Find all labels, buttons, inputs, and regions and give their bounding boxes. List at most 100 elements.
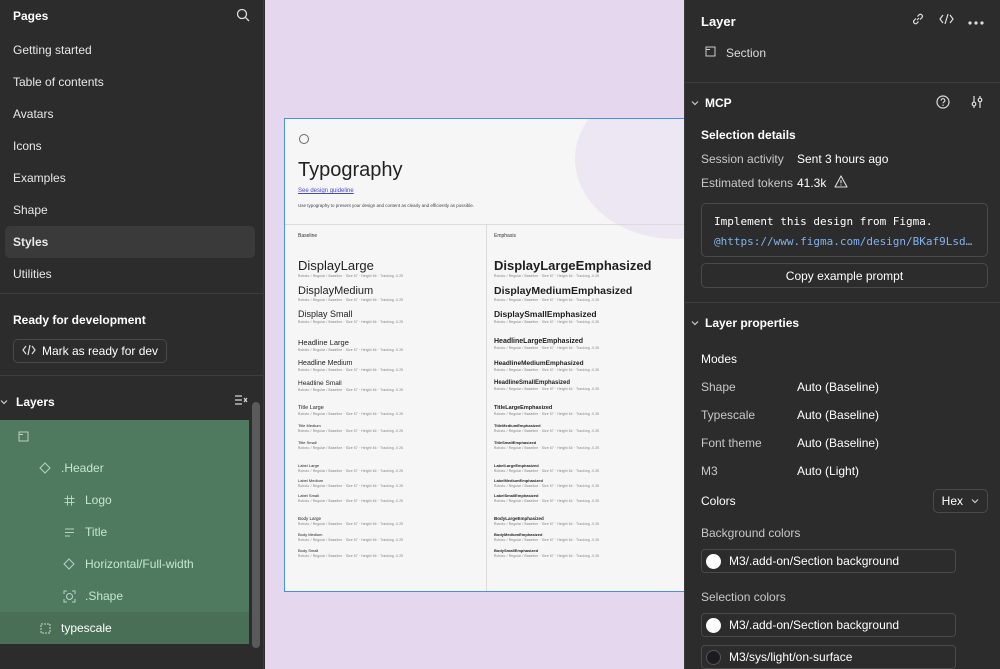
divider bbox=[486, 225, 487, 591]
type-sample: TitleSmallEmphasized Roboto / Regular / B… bbox=[494, 440, 600, 450]
session-activity-row: Session activity Sent 3 hours ago bbox=[685, 147, 1000, 171]
type-sample: BodySmallEmphasized Roboto / Regular / Ba… bbox=[494, 548, 600, 558]
layer-row[interactable]: Logo bbox=[0, 484, 249, 516]
layer-row[interactable]: .Header bbox=[0, 452, 249, 484]
color-name: M3/sys/light/on-surface bbox=[729, 650, 853, 664]
panel-header: Layer bbox=[685, 0, 1000, 42]
layer-row[interactable]: Horizontal/Full-width bbox=[0, 548, 249, 580]
settings-sliders-icon[interactable] bbox=[970, 95, 984, 112]
type-sample: Headline Small Roboto / Regular / Baselin… bbox=[298, 380, 404, 392]
section-icon bbox=[705, 46, 716, 60]
text-icon bbox=[61, 524, 77, 540]
modes-label: Modes bbox=[701, 352, 738, 366]
type-sample: Body Large Roboto / Regular / Baseline · … bbox=[298, 516, 404, 526]
properties-panel: Layer Section MCP Selection details Sess… bbox=[684, 0, 1000, 669]
type-sample: Title Medium Roboto / Regular / Baseline … bbox=[298, 423, 404, 433]
type-sample: DisplayMedium Roboto / Regular / Baseline… bbox=[298, 285, 404, 302]
type-sample: Display Small Roboto / Regular / Baseline… bbox=[298, 309, 404, 324]
type-sample: Headline Large Roboto / Regular / Baselin… bbox=[298, 338, 404, 352]
type-sample: Title Large Roboto / Regular / Baseline ·… bbox=[298, 405, 404, 416]
type-sample: Label Medium Roboto / Regular / Baseline … bbox=[298, 478, 404, 488]
layer-type-row: Section bbox=[685, 42, 1000, 64]
mode-label: Typescale bbox=[701, 408, 756, 422]
type-sample: DisplayMediumEmphasized Roboto / Regular … bbox=[494, 285, 633, 302]
layers-title: Layers bbox=[16, 395, 55, 409]
type-sample: Label Small Roboto / Regular / Baseline ·… bbox=[298, 493, 404, 503]
page-item-styles[interactable]: Styles bbox=[5, 226, 255, 258]
code-icon bbox=[22, 344, 36, 359]
mode-row[interactable]: Typescale Auto (Baseline) bbox=[685, 401, 1000, 429]
prompt-line-1: Implement this design from Figma. bbox=[714, 215, 933, 228]
prompt-line-2: @https://www.figma.com/design/BKaf9Lsd… bbox=[714, 235, 973, 248]
frame-title: Typography bbox=[298, 159, 403, 181]
background-colors-label: Background colors bbox=[701, 526, 801, 540]
mode-row[interactable]: Font theme Auto (Baseline) bbox=[685, 429, 1000, 457]
divider bbox=[285, 224, 684, 225]
typography-frame[interactable]: Typography See design guideline Use typo… bbox=[284, 118, 684, 592]
color-swatch[interactable]: M3/sys/light/on-surface bbox=[701, 645, 956, 669]
mark-ready-label: Mark as ready for dev bbox=[42, 344, 159, 358]
design-canvas[interactable]: Typography See design guideline Use typo… bbox=[265, 0, 684, 669]
color-name: M3/.add-on/Section background bbox=[729, 618, 900, 632]
page-item-getting-started[interactable]: Getting started bbox=[0, 34, 255, 66]
session-activity-value: Sent 3 hours ago bbox=[797, 152, 889, 166]
pages-title: Pages bbox=[13, 9, 49, 23]
mode-value: Auto (Baseline) bbox=[797, 436, 880, 450]
layer-row[interactable] bbox=[0, 420, 249, 452]
mcp-title: MCP bbox=[705, 96, 732, 110]
example-prompt-code[interactable]: Implement this design from Figma. @https… bbox=[701, 203, 988, 257]
modes-row: Modes bbox=[685, 345, 1000, 373]
type-sample: HeadlineLargeEmphasized Roboto / Regular … bbox=[494, 338, 600, 350]
page-item-icons[interactable]: Icons bbox=[0, 130, 255, 162]
type-sample: LabelMediumEmphasized Roboto / Regular / … bbox=[494, 478, 600, 488]
design-guideline-link[interactable]: See design guideline bbox=[298, 188, 354, 194]
chevron-down-icon bbox=[691, 96, 699, 110]
page-item-shape[interactable]: Shape bbox=[0, 194, 255, 226]
type-sample: HeadlineMediumEmphasized Roboto / Regular… bbox=[494, 360, 600, 372]
layer-label: .Header bbox=[61, 461, 104, 475]
code-icon[interactable] bbox=[939, 12, 954, 30]
component-icon bbox=[61, 588, 77, 604]
collapse-layers-icon[interactable] bbox=[234, 393, 248, 411]
mode-row[interactable]: Shape Auto (Baseline) bbox=[685, 373, 1000, 401]
chevron-down-icon bbox=[971, 494, 979, 508]
copy-prompt-button[interactable]: Copy example prompt bbox=[701, 263, 988, 288]
search-icon[interactable] bbox=[236, 8, 250, 27]
layer-row[interactable]: typescale bbox=[0, 612, 249, 644]
color-format-select[interactable]: Hex bbox=[932, 489, 988, 513]
mode-label: Font theme bbox=[701, 436, 762, 450]
mode-value: Auto (Baseline) bbox=[797, 380, 880, 394]
page-item-avatars[interactable]: Avatars bbox=[0, 98, 255, 130]
color-name: M3/.add-on/Section background bbox=[729, 554, 900, 568]
frame-icon bbox=[61, 492, 77, 508]
type-sample: BodyMediumEmphasized Roboto / Regular / B… bbox=[494, 532, 600, 542]
selection-details-title: Selection details bbox=[701, 128, 796, 142]
page-item-table-of-contents[interactable]: Table of contents bbox=[0, 66, 255, 98]
link-icon[interactable] bbox=[911, 12, 925, 31]
layer-row[interactable]: Title bbox=[0, 516, 249, 548]
type-sample: TitleMediumEmphasized Roboto / Regular / … bbox=[494, 423, 600, 433]
mark-ready-button[interactable]: Mark as ready for dev bbox=[13, 339, 168, 363]
page-item-utilities[interactable]: Utilities bbox=[0, 258, 255, 290]
layer-properties-header[interactable]: Layer properties bbox=[685, 303, 1000, 343]
layer-label: Logo bbox=[85, 493, 112, 507]
type-sample: DisplaySmallEmphasized Roboto / Regular /… bbox=[494, 309, 600, 324]
type-sample: LabelLargeEmphasized Roboto / Regular / B… bbox=[494, 463, 600, 473]
type-sample: BodyLargeEmphasized Roboto / Regular / Ba… bbox=[494, 516, 600, 526]
more-icon[interactable] bbox=[968, 12, 984, 30]
help-icon[interactable] bbox=[936, 94, 950, 112]
layer-row[interactable]: .Shape bbox=[0, 580, 249, 612]
mode-row[interactable]: M3 Auto (Light) bbox=[685, 457, 1000, 485]
selection-colors-label: Selection colors bbox=[701, 590, 786, 604]
mcp-section-header[interactable]: MCP bbox=[685, 83, 1000, 123]
color-swatch[interactable]: M3/.add-on/Section background bbox=[701, 549, 956, 573]
chevron-down-icon[interactable] bbox=[0, 395, 8, 409]
type-sample: Body Medium Roboto / Regular / Baseline ·… bbox=[298, 532, 404, 542]
divider bbox=[0, 375, 263, 376]
decorative-shape bbox=[575, 119, 684, 239]
page-item-examples[interactable]: Examples bbox=[0, 162, 255, 194]
layers-scrollbar[interactable] bbox=[252, 402, 260, 648]
color-swatch[interactable]: M3/.add-on/Section background bbox=[701, 613, 956, 637]
ready-for-dev-title: Ready for development bbox=[13, 312, 146, 327]
type-sample: TitleLargeEmphasized Roboto / Regular / B… bbox=[494, 405, 600, 416]
